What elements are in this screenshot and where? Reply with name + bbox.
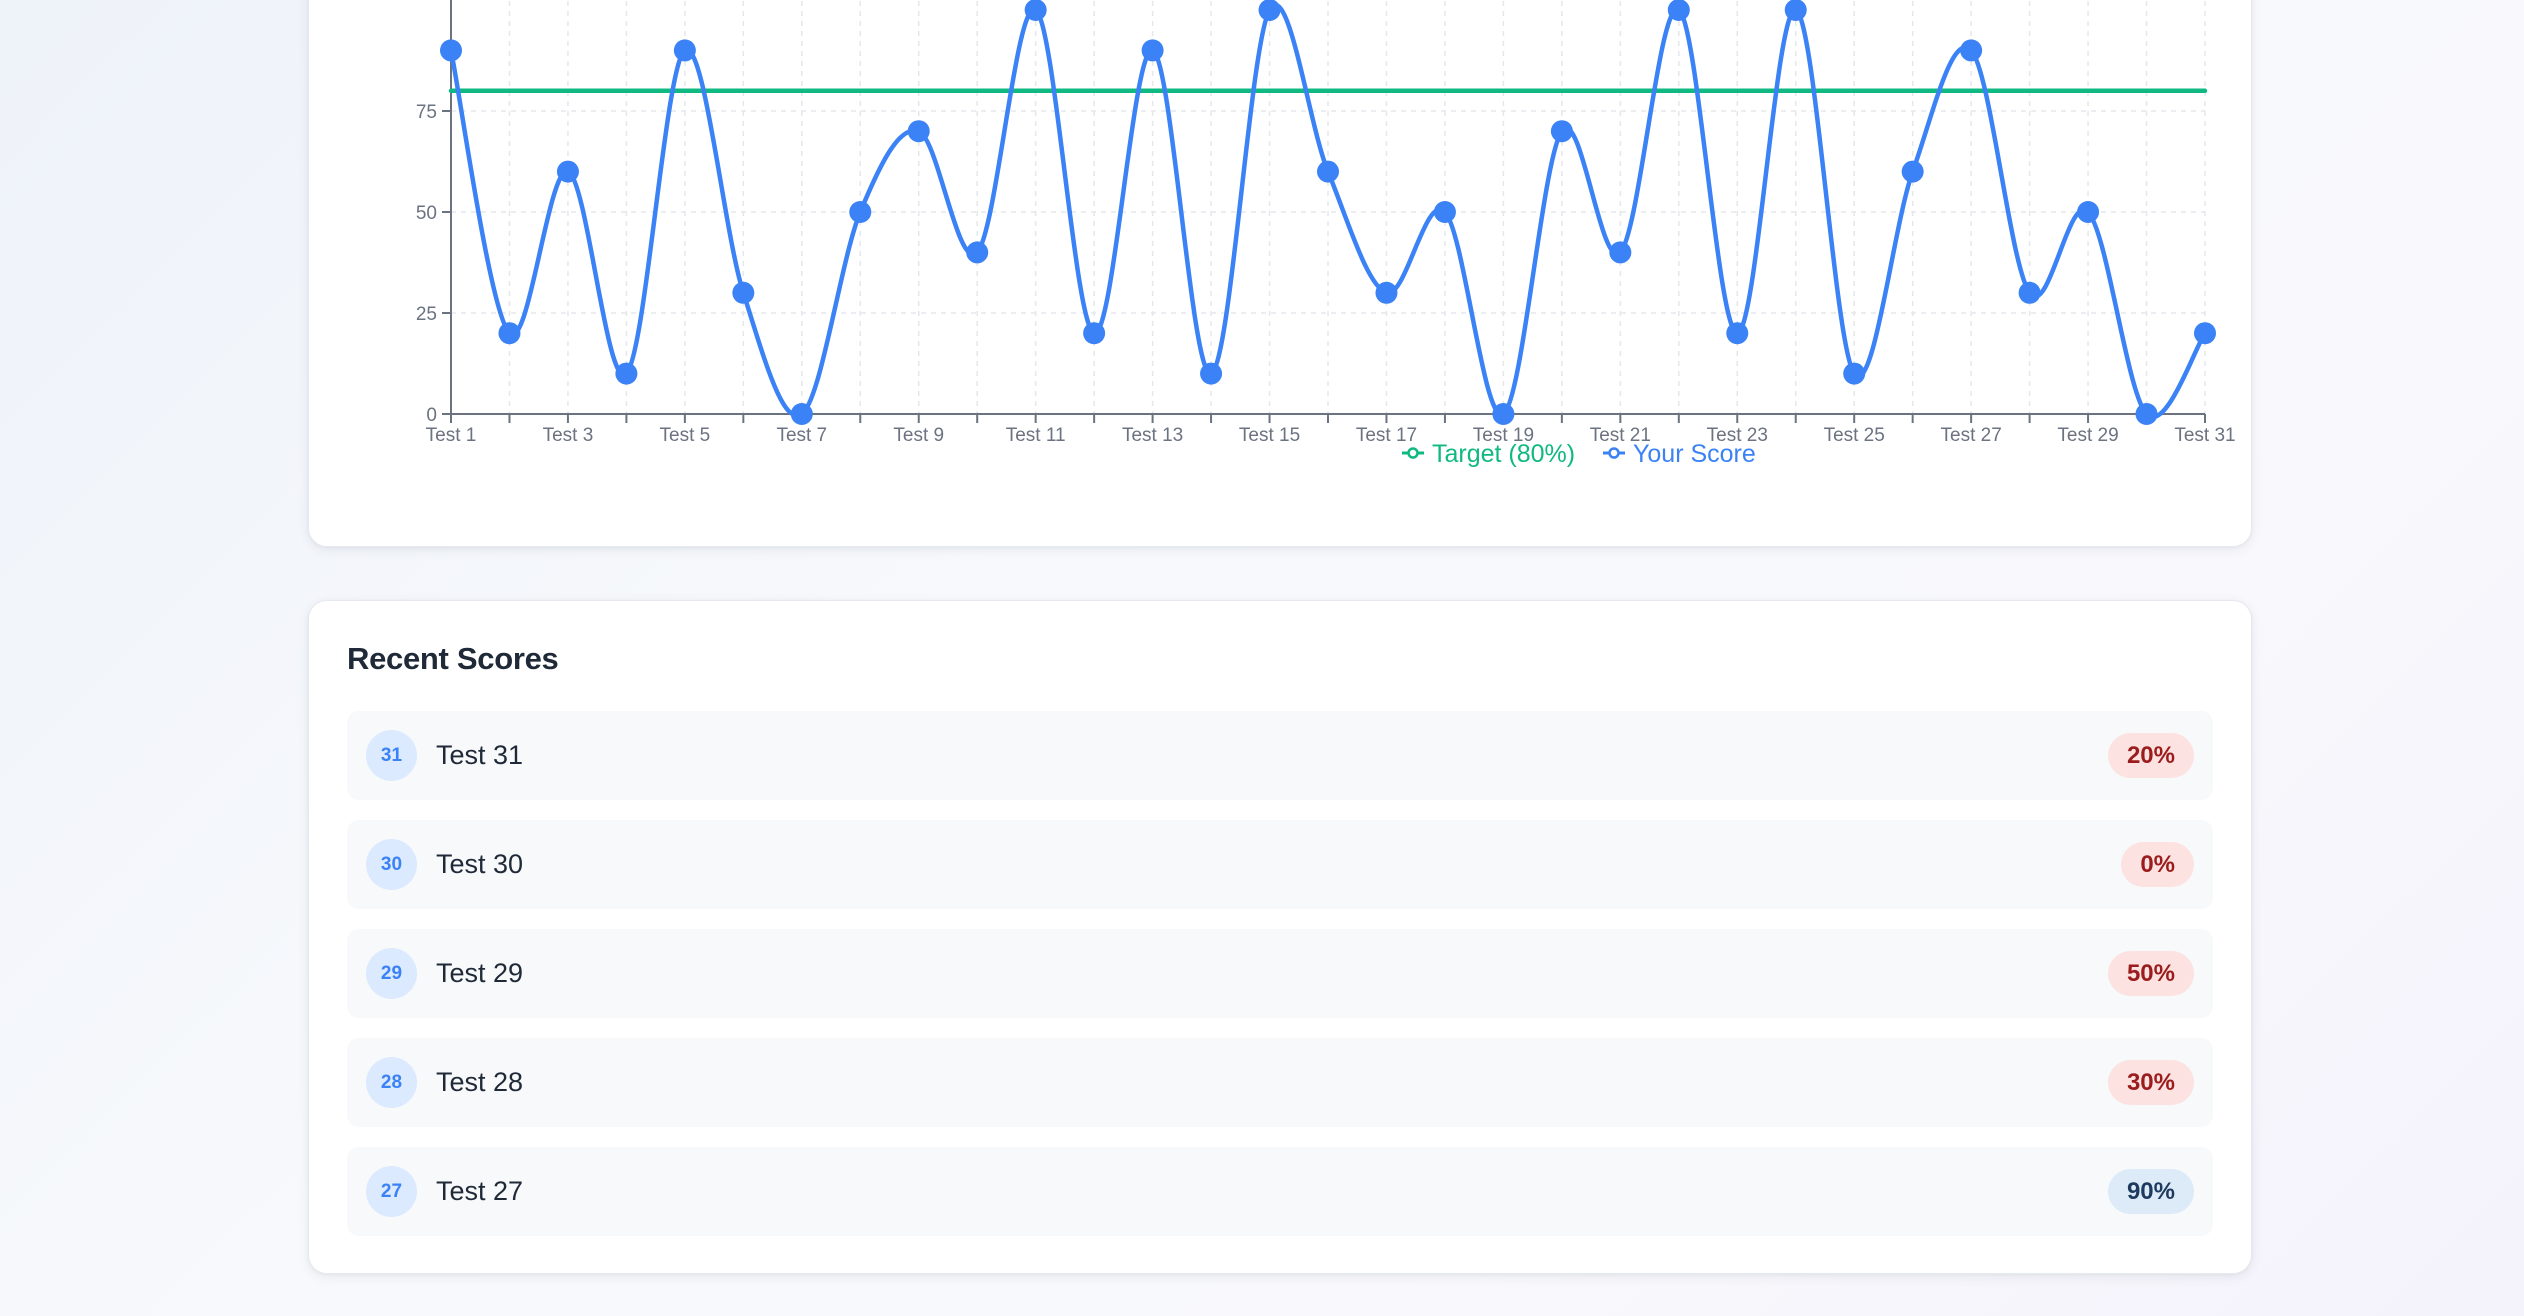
score-data-point bbox=[1024, 0, 1047, 21]
score-data-point bbox=[2077, 201, 2100, 223]
score-badge: 20% bbox=[2107, 733, 2194, 778]
score-data-point bbox=[1960, 39, 1983, 62]
score-data-point bbox=[1667, 0, 1690, 21]
legend-marker-icon bbox=[1407, 447, 1419, 459]
recent-scores-title: Recent Scores bbox=[347, 641, 559, 676]
score-data-point bbox=[1200, 362, 1223, 385]
score-data-point bbox=[2018, 281, 2041, 304]
score-data-point bbox=[1083, 322, 1106, 345]
score-data-point bbox=[1843, 362, 1866, 385]
test-number-badge: 29 bbox=[366, 948, 417, 999]
score-data-point bbox=[1550, 120, 1573, 143]
score-data-point bbox=[673, 39, 696, 62]
y-tick-label: 75 bbox=[416, 102, 437, 123]
score-data-point bbox=[849, 201, 872, 223]
chart-legend: Target (80%) Your Score bbox=[1402, 440, 1756, 468]
score-row[interactable]: 28 Test 28 30% bbox=[347, 1038, 2213, 1127]
score-data-point bbox=[732, 281, 755, 304]
test-number-badge: 27 bbox=[366, 1166, 417, 1217]
score-row[interactable]: 27 Test 27 90% bbox=[347, 1147, 2213, 1236]
score-badge: 30% bbox=[2107, 1060, 2194, 1105]
score-data-point bbox=[440, 39, 462, 62]
score-line-chart: 0 25 50 75 Test 1 Test 3 Test 5 Test 7 Test 9 Tes… bbox=[416, 0, 2236, 468]
score-data-point bbox=[2135, 403, 2158, 425]
test-name: Test 31 bbox=[436, 740, 524, 770]
recent-scores-card: Recent Scores 31 Test 31 20% 30 Test 30 … bbox=[308, 600, 2252, 1274]
score-data-point bbox=[790, 403, 813, 425]
y-tick-label: 25 bbox=[416, 304, 437, 325]
score-data-point bbox=[498, 322, 521, 345]
score-row[interactable]: 30 Test 30 0% bbox=[347, 820, 2213, 909]
legend-label: Target (80%) bbox=[1432, 440, 1575, 468]
x-tick-label: Test 1 bbox=[426, 425, 477, 446]
score-badge: 50% bbox=[2107, 951, 2194, 996]
x-tick-label: Test 5 bbox=[660, 425, 711, 446]
score-data-point bbox=[1375, 281, 1398, 304]
score-data-point bbox=[1726, 322, 1749, 345]
score-row[interactable]: 31 Test 31 20% bbox=[347, 711, 2213, 800]
x-tick-label: Test 13 bbox=[1122, 425, 1183, 446]
x-tick-label: Test 29 bbox=[2057, 425, 2118, 446]
y-tick-label: 0 bbox=[426, 405, 437, 426]
score-data-point bbox=[1317, 160, 1339, 183]
score-data-point bbox=[556, 160, 579, 183]
y-tick-label: 50 bbox=[416, 203, 437, 224]
x-tick-label: Test 7 bbox=[776, 425, 827, 446]
score-badge: 0% bbox=[2121, 842, 2194, 887]
test-number-badge: 30 bbox=[366, 839, 417, 890]
legend-marker-icon bbox=[1608, 447, 1620, 459]
score-data-point bbox=[1901, 160, 1924, 183]
recent-scores-list: 31 Test 31 20% 30 Test 30 0% 29 Test 29 … bbox=[347, 711, 2213, 1256]
x-tick-label: Test 15 bbox=[1239, 425, 1300, 446]
x-tick-label: Test 27 bbox=[1941, 425, 2002, 446]
test-name: Test 30 bbox=[436, 849, 524, 879]
score-data-point bbox=[2194, 322, 2216, 345]
score-data-point bbox=[1258, 0, 1281, 21]
x-tick-label: Test 31 bbox=[2174, 425, 2235, 446]
x-tick-label: Test 11 bbox=[1006, 425, 1066, 446]
score-badge: 90% bbox=[2107, 1169, 2194, 1214]
x-tick-label: Test 17 bbox=[1356, 425, 1417, 446]
score-data-point bbox=[1141, 39, 1164, 62]
legend-label: Your Score bbox=[1633, 440, 1756, 468]
score-data-point bbox=[1609, 241, 1632, 264]
score-data-point bbox=[1433, 201, 1456, 223]
x-tick-label: Test 25 bbox=[1824, 425, 1885, 446]
score-chart-card: 0 25 50 75 Test 1 Test 3 Test 5 Test 7 Test 9 Tes… bbox=[308, 0, 2252, 547]
score-data-point bbox=[907, 120, 930, 143]
chart-grid bbox=[451, 0, 2206, 414]
test-number-badge: 28 bbox=[366, 1057, 417, 1108]
test-name: Test 27 bbox=[436, 1176, 524, 1206]
score-row[interactable]: 29 Test 29 50% bbox=[347, 929, 2213, 1018]
score-data-point bbox=[966, 241, 989, 264]
test-name: Test 28 bbox=[436, 1067, 524, 1097]
x-tick-label: Test 9 bbox=[893, 425, 944, 446]
score-data-point bbox=[1492, 403, 1515, 425]
legend-item: Target (80%) bbox=[1402, 440, 1575, 468]
x-tick-label: Test 3 bbox=[543, 425, 594, 446]
score-data-point bbox=[615, 362, 638, 385]
test-number-badge: 31 bbox=[366, 730, 417, 781]
test-name: Test 29 bbox=[436, 958, 524, 988]
score-data-point bbox=[1784, 0, 1807, 21]
